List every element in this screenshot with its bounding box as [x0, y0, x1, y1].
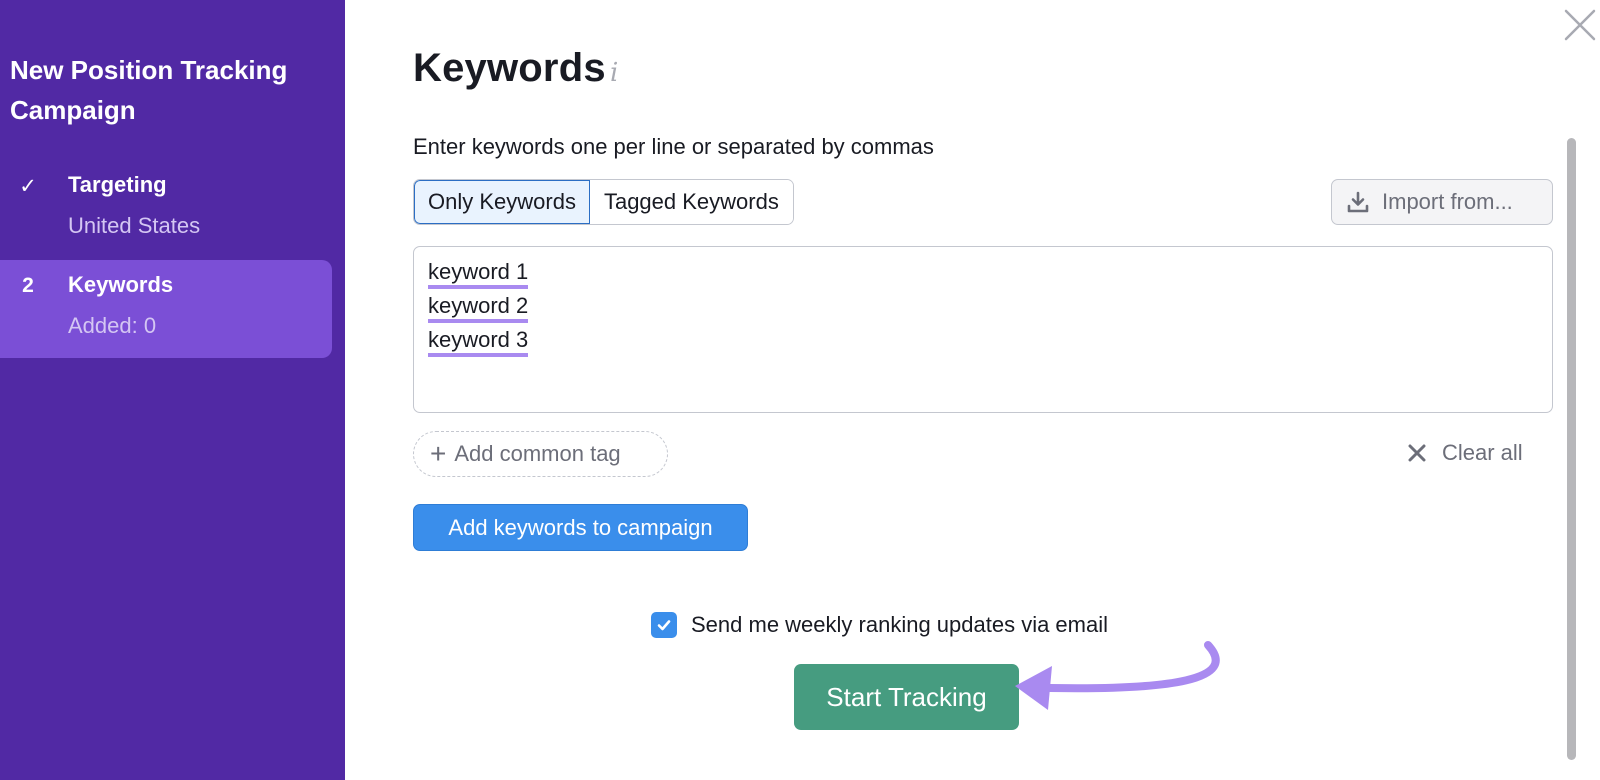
- import-button[interactable]: Import from...: [1331, 179, 1553, 225]
- scrollbar[interactable]: [1567, 138, 1576, 760]
- tab-only-keywords[interactable]: Only Keywords: [414, 180, 590, 224]
- keyword-line: keyword 1: [428, 255, 1538, 289]
- step-keywords[interactable]: 2 Keywords Added: 0: [0, 260, 332, 358]
- keyword-line: keyword 3: [428, 323, 1538, 357]
- x-icon: [1408, 444, 1426, 462]
- email-updates-label: Send me weekly ranking updates via email: [691, 612, 1109, 637]
- clear-all-button[interactable]: Clear all: [1408, 440, 1523, 466]
- checkmark-icon: [657, 620, 671, 631]
- import-label: Import from...: [1382, 189, 1513, 214]
- keywords-input[interactable]: keyword 1 keyword 2 keyword 3: [413, 246, 1553, 413]
- step-sub: United States: [68, 213, 201, 238]
- step-sub: Added: 0: [68, 313, 157, 338]
- step-number: 2: [22, 274, 34, 297]
- step-label: Targeting: [68, 172, 167, 197]
- email-updates-row: Send me weekly ranking updates via email: [651, 612, 1108, 638]
- plus-icon: +: [430, 438, 447, 469]
- close-icon[interactable]: [1563, 8, 1597, 42]
- page-title: Keywords: [413, 46, 606, 90]
- email-updates-checkbox[interactable]: [651, 612, 677, 638]
- tab-tagged-keywords[interactable]: Tagged Keywords: [589, 180, 793, 224]
- start-tracking-button[interactable]: Start Tracking: [794, 664, 1019, 730]
- annotation-arrow-icon: [1015, 641, 1220, 710]
- keyword-line: keyword 2: [428, 289, 1538, 323]
- download-icon: [1347, 191, 1369, 213]
- sidebar: New Position Tracking Campaign ✓ Targeti…: [0, 0, 345, 780]
- info-icon[interactable]: i: [610, 58, 618, 88]
- add-common-tag-button[interactable]: + Add common tag: [413, 431, 668, 477]
- check-icon: ✓: [19, 175, 37, 198]
- campaign-title: New Position Tracking Campaign: [10, 55, 288, 125]
- clear-all-label: Clear all: [1442, 440, 1523, 465]
- keyword-mode-tabs: Only Keywords Tagged Keywords: [413, 179, 794, 225]
- add-tag-label: Add common tag: [454, 441, 621, 466]
- step-label: Keywords: [68, 272, 174, 297]
- add-keywords-button[interactable]: Add keywords to campaign: [413, 504, 748, 551]
- instructions-text: Enter keywords one per line or separated…: [413, 134, 934, 159]
- step-targeting[interactable]: ✓ Targeting United States: [0, 160, 332, 258]
